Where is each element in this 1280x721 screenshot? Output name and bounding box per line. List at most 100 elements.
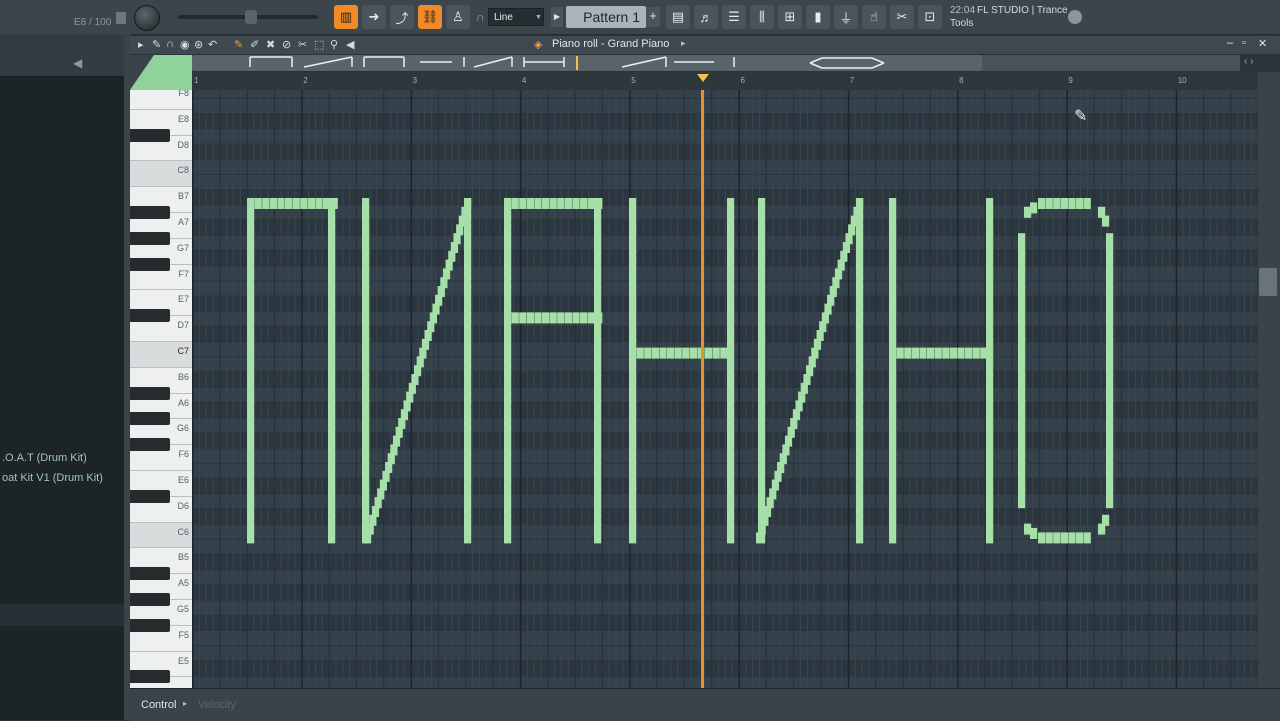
- piano-key-black[interactable]: [130, 670, 170, 683]
- note[interactable]: [323, 198, 330, 209]
- piano-key-black[interactable]: [130, 309, 170, 322]
- note[interactable]: [1018, 497, 1025, 508]
- note[interactable]: [247, 198, 254, 209]
- note[interactable]: [675, 348, 682, 359]
- slice-icon[interactable]: ✂: [298, 38, 307, 51]
- note[interactable]: [705, 348, 712, 359]
- step-seq-icon[interactable]: ♬: [694, 5, 718, 29]
- delete-icon[interactable]: ✖: [266, 38, 275, 51]
- plug-icon[interactable]: ⏚: [834, 5, 858, 29]
- speaker-icon[interactable]: ◀: [73, 56, 82, 70]
- record-icon[interactable]: ◉: [180, 38, 190, 51]
- template-icon[interactable]: ▮: [806, 5, 830, 29]
- note[interactable]: [957, 348, 964, 359]
- control-label[interactable]: Control: [141, 699, 176, 711]
- note[interactable]: [262, 198, 269, 209]
- note[interactable]: [595, 312, 602, 323]
- link-icon[interactable]: ⛓: [418, 5, 442, 29]
- note[interactable]: [315, 198, 322, 209]
- note[interactable]: [519, 198, 526, 209]
- note[interactable]: [727, 532, 734, 543]
- menu-arrow-icon[interactable]: ▸: [138, 38, 144, 51]
- note[interactable]: [856, 532, 863, 543]
- note[interactable]: [595, 198, 602, 209]
- browser-item[interactable]: .O.A.T (Drum Kit): [2, 452, 87, 464]
- pitch-slider-handle[interactable]: [245, 10, 257, 24]
- note[interactable]: [1076, 198, 1083, 209]
- piano-key-black[interactable]: [130, 490, 170, 503]
- note[interactable]: [550, 312, 557, 323]
- arrow-right-icon[interactable]: ➜: [362, 5, 386, 29]
- note[interactable]: [927, 348, 934, 359]
- note[interactable]: [1030, 528, 1037, 539]
- velocity-label[interactable]: Velocity: [198, 699, 236, 711]
- note[interactable]: [557, 312, 564, 323]
- note[interactable]: [1038, 532, 1045, 543]
- pattern-selector[interactable]: Pattern 1: [566, 6, 646, 28]
- close-button[interactable]: ✕: [1258, 37, 1267, 50]
- note[interactable]: [580, 198, 587, 209]
- note[interactable]: [919, 348, 926, 359]
- note[interactable]: [1061, 198, 1068, 209]
- note[interactable]: [889, 532, 896, 543]
- note[interactable]: [328, 532, 335, 543]
- add-pattern-button[interactable]: +: [646, 7, 660, 27]
- note[interactable]: [950, 348, 957, 359]
- zoom-icon[interactable]: ⚲: [330, 38, 338, 51]
- note[interactable]: [580, 312, 587, 323]
- note[interactable]: [1038, 198, 1045, 209]
- note[interactable]: [527, 198, 534, 209]
- note[interactable]: [897, 348, 904, 359]
- note[interactable]: [637, 348, 644, 359]
- note[interactable]: [986, 532, 993, 543]
- brush-icon[interactable]: ✐: [250, 38, 259, 51]
- vertical-scroll-thumb[interactable]: [1259, 268, 1277, 296]
- note[interactable]: [1068, 198, 1075, 209]
- channel-rack-icon[interactable]: ☰: [722, 5, 746, 29]
- note-grid[interactable]: [192, 90, 1258, 688]
- select-icon[interactable]: ⬚: [314, 38, 324, 51]
- piano-key-black[interactable]: [130, 412, 170, 425]
- note[interactable]: [720, 348, 727, 359]
- overview-track[interactable]: [982, 55, 1240, 71]
- note[interactable]: [504, 532, 511, 543]
- note[interactable]: [542, 198, 549, 209]
- note[interactable]: [973, 348, 980, 359]
- note[interactable]: [512, 198, 519, 209]
- piano-roll-icon[interactable]: ▥: [334, 5, 358, 29]
- note[interactable]: [519, 312, 526, 323]
- piano-key-black[interactable]: [130, 232, 170, 245]
- piano-key-black[interactable]: [130, 438, 170, 451]
- touch-icon[interactable]: ☝: [862, 5, 886, 29]
- note[interactable]: [756, 532, 763, 543]
- minimize-button[interactable]: –: [1227, 37, 1233, 49]
- note[interactable]: [1046, 532, 1053, 543]
- stamp-icon[interactable]: ♙: [446, 5, 470, 29]
- undo-icon[interactable]: ↶: [208, 38, 217, 51]
- note[interactable]: [308, 198, 315, 209]
- scroll-arrows-icon[interactable]: ‹ ›: [1244, 56, 1253, 67]
- note[interactable]: [285, 198, 292, 209]
- piano-key-black[interactable]: [130, 567, 170, 580]
- note[interactable]: [1106, 497, 1113, 508]
- browser-item[interactable]: oat Kit V1 (Drum Kit): [2, 472, 103, 484]
- note[interactable]: [629, 348, 636, 359]
- note[interactable]: [1084, 198, 1091, 209]
- master-volume-knob[interactable]: [134, 5, 160, 31]
- note[interactable]: [527, 312, 534, 323]
- loop-icon[interactable]: ⊛: [194, 38, 203, 51]
- globe-icon[interactable]: [1068, 10, 1082, 24]
- note[interactable]: [565, 198, 572, 209]
- note[interactable]: [1076, 532, 1083, 543]
- note[interactable]: [1053, 532, 1060, 543]
- piano-key-black[interactable]: [130, 129, 170, 142]
- note[interactable]: [542, 312, 549, 323]
- note[interactable]: [652, 348, 659, 359]
- note[interactable]: [557, 198, 564, 209]
- note[interactable]: [270, 198, 277, 209]
- browser-icon[interactable]: ⊞: [778, 5, 802, 29]
- chevron-right-icon[interactable]: ▸: [681, 38, 686, 49]
- note[interactable]: [904, 348, 911, 359]
- chevron-right-icon[interactable]: ▸: [183, 699, 187, 708]
- draw-curve-icon[interactable]: ⤴: [390, 5, 414, 29]
